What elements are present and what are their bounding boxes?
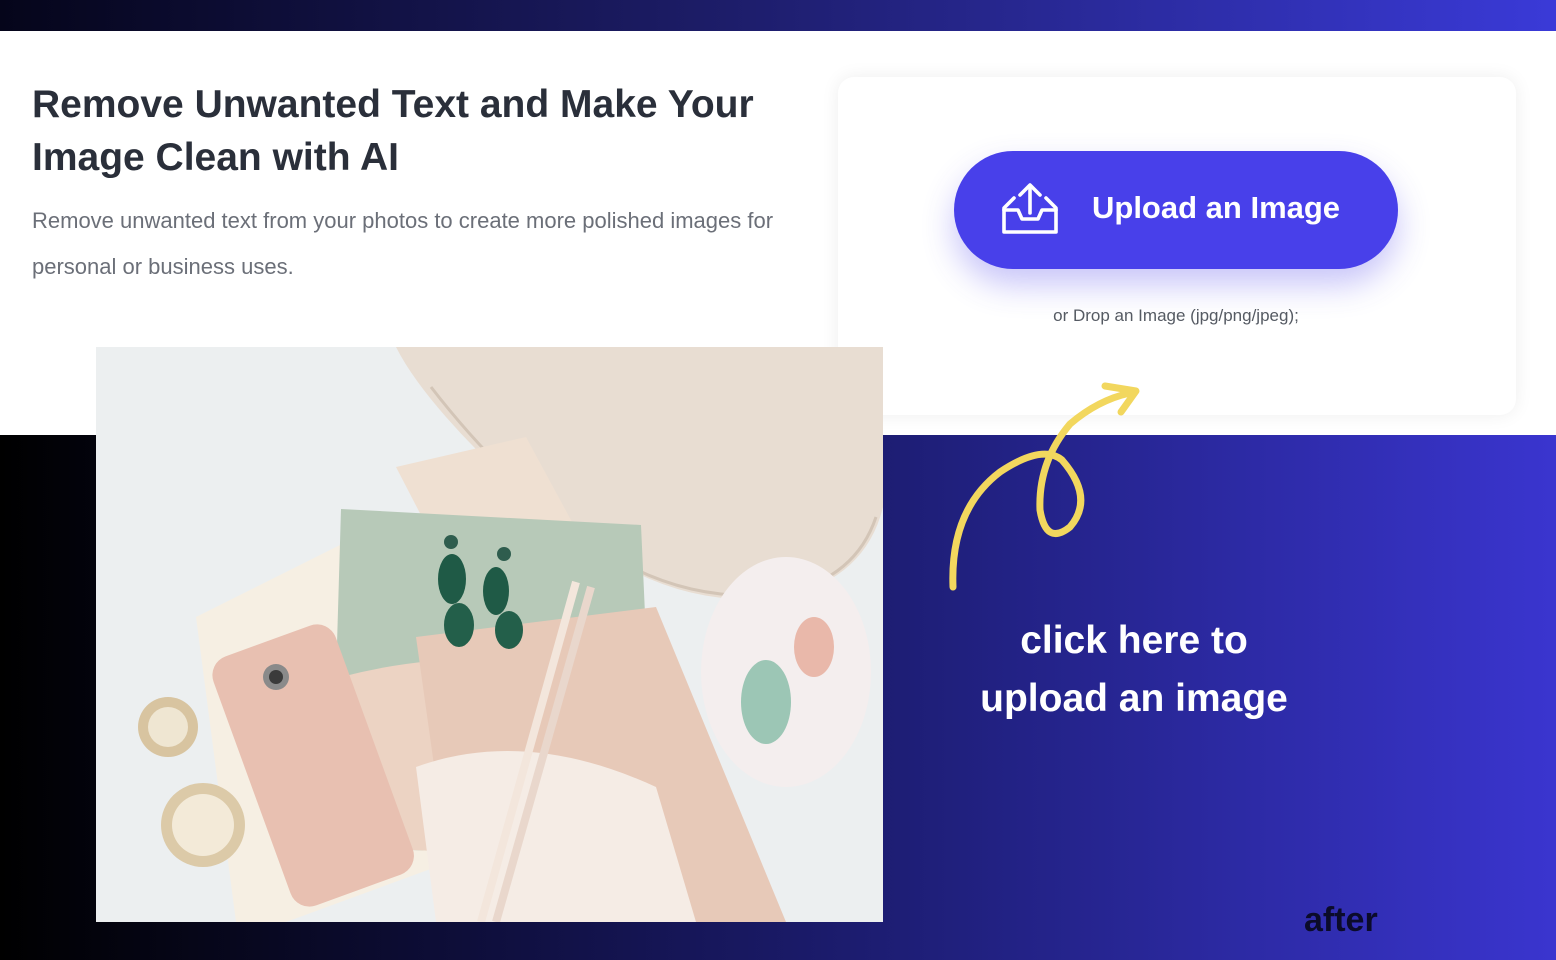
- upload-callout: click here to upload an image: [980, 619, 1288, 720]
- curved-arrow-icon: [949, 382, 1140, 591]
- page-headline: Remove Unwanted Text and Make Your Image…: [32, 83, 754, 179]
- sample-photo: [96, 347, 883, 922]
- page-subtext: Remove unwanted text from your photos to…: [32, 208, 774, 279]
- upload-tray-icon: [1002, 183, 1058, 234]
- top-gradient-bar: [0, 0, 1556, 31]
- after-label: after: [1304, 901, 1378, 939]
- drop-hint: or Drop an Image (jpg/png/jpeg);: [1053, 306, 1299, 325]
- upload-button-label[interactable]: Upload an Image: [1092, 188, 1340, 228]
